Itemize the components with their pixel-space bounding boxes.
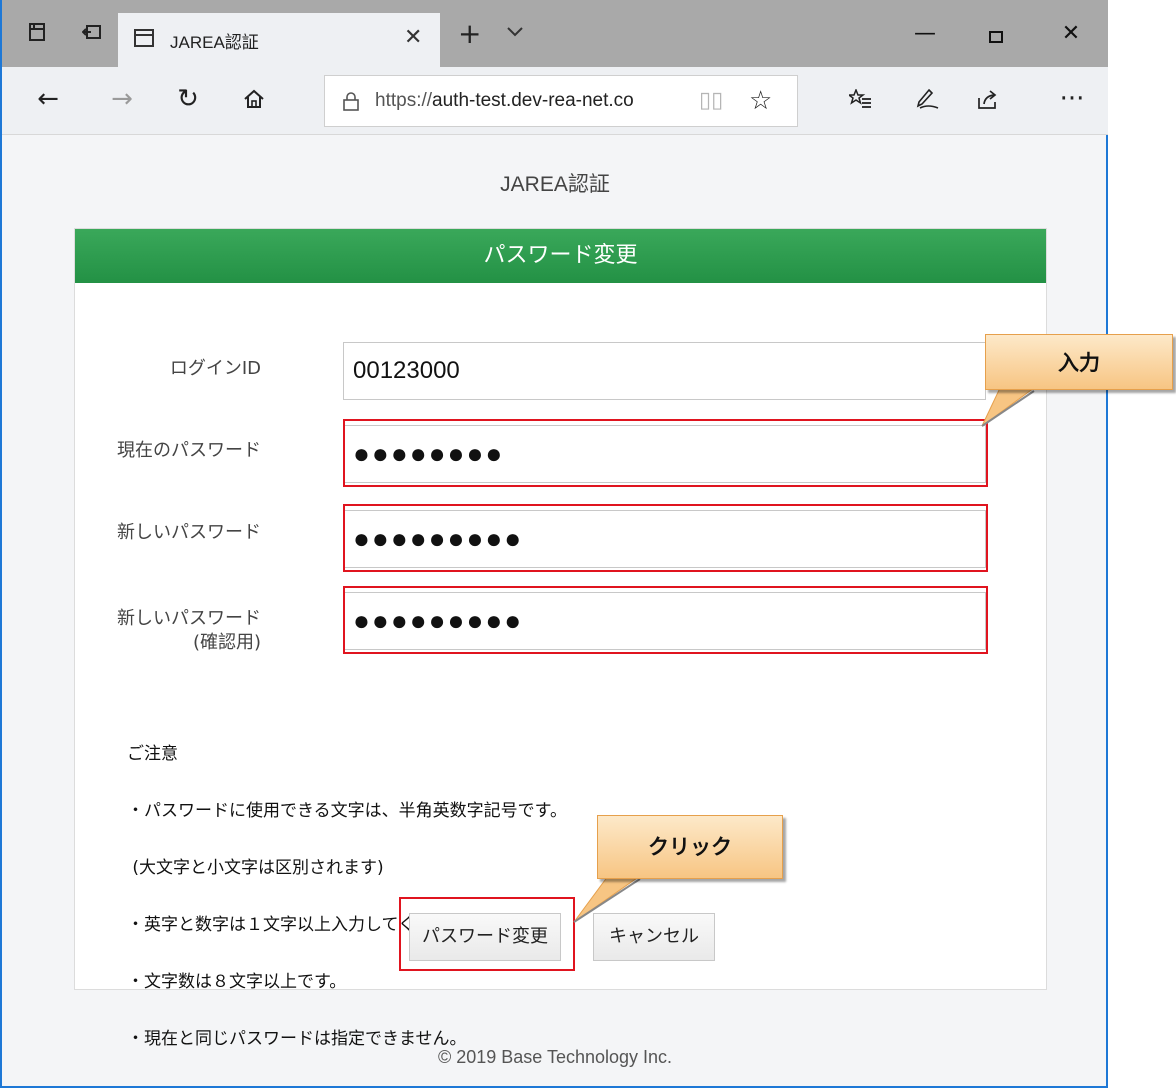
- click-callout: クリック: [597, 815, 783, 879]
- url-text: https://auth-test.dev-rea-net.co: [375, 90, 634, 111]
- share-icon[interactable]: [970, 81, 1006, 117]
- notice-line: (大文字と小文字は区別されます): [127, 858, 384, 878]
- input-callout: 入力: [985, 334, 1173, 390]
- address-bar[interactable]: https://auth-test.dev-rea-net.co ▯▯ ☆: [324, 75, 798, 127]
- confirm-password-label-line2: (確認用): [192, 632, 261, 653]
- favorites-list-icon[interactable]: [842, 81, 878, 117]
- card-title: パスワード変更: [75, 229, 1046, 283]
- page-icon: [134, 29, 154, 47]
- confirm-password-label-line1: 新しいパスワード: [117, 608, 261, 629]
- copyright-footer: © 2019 Base Technology Inc.: [437, 1047, 673, 1067]
- close-tab-icon[interactable]: ✕: [404, 25, 422, 50]
- tab-title: JAREA認証: [170, 33, 259, 52]
- new-password-highlight: [343, 504, 988, 572]
- login-id-field[interactable]: 00123000: [343, 342, 986, 400]
- tab-actions-icon[interactable]: [26, 22, 50, 46]
- new-password-label: 新しいパスワード: [117, 522, 261, 543]
- input-callout-tail: [981, 387, 1036, 427]
- submit-highlight: [399, 897, 575, 971]
- set-aside-tabs-icon[interactable]: [80, 22, 104, 46]
- navigation-bar: ← → ↻ https://auth-test.dev-rea-net.co ▯…: [2, 67, 1108, 135]
- lock-icon: [343, 92, 359, 111]
- pen-icon[interactable]: [910, 81, 946, 117]
- notice-line: ・パスワードに使用できる文字は、半角英数字記号です。: [127, 801, 567, 821]
- reading-view-icon[interactable]: ▯▯: [699, 88, 723, 113]
- chevron-down-icon[interactable]: [507, 24, 523, 40]
- close-window-icon[interactable]: ✕: [1056, 22, 1086, 46]
- site-title: JAREA認証: [500, 173, 610, 196]
- star-icon[interactable]: ☆: [749, 86, 772, 116]
- active-tab[interactable]: JAREA認証 ✕: [118, 13, 440, 67]
- login-id-label: ログインID: [169, 358, 261, 379]
- notice-heading: ご注意: [127, 744, 178, 764]
- title-bar: JAREA認証 ✕ + — ✕: [2, 0, 1108, 67]
- browser-window: JAREA認証 ✕ + — ✕ ← → ↻ https://auth-test.…: [0, 0, 1108, 1088]
- click-callout-tail: [573, 875, 642, 923]
- notice-line: ・文字数は８文字以上です。: [127, 972, 347, 992]
- more-icon[interactable]: ···: [1054, 81, 1090, 117]
- confirm-password-label: 新しいパスワード (確認用): [83, 607, 261, 655]
- refresh-icon[interactable]: ↻: [170, 81, 206, 117]
- forward-arrow-icon[interactable]: →: [104, 81, 140, 117]
- password-change-card: パスワード変更 ログインID 00123000 現在のパスワード ●●●●●●●…: [74, 228, 1047, 1049]
- current-password-highlight: [343, 419, 988, 487]
- confirm-password-highlight: [343, 586, 988, 654]
- home-icon[interactable]: [236, 81, 272, 117]
- minimize-icon[interactable]: —: [910, 22, 940, 46]
- back-arrow-icon[interactable]: ←: [30, 81, 66, 117]
- current-password-label: 現在のパスワード: [117, 440, 261, 461]
- maximize-icon[interactable]: [989, 31, 1003, 43]
- new-tab-icon[interactable]: +: [458, 20, 481, 48]
